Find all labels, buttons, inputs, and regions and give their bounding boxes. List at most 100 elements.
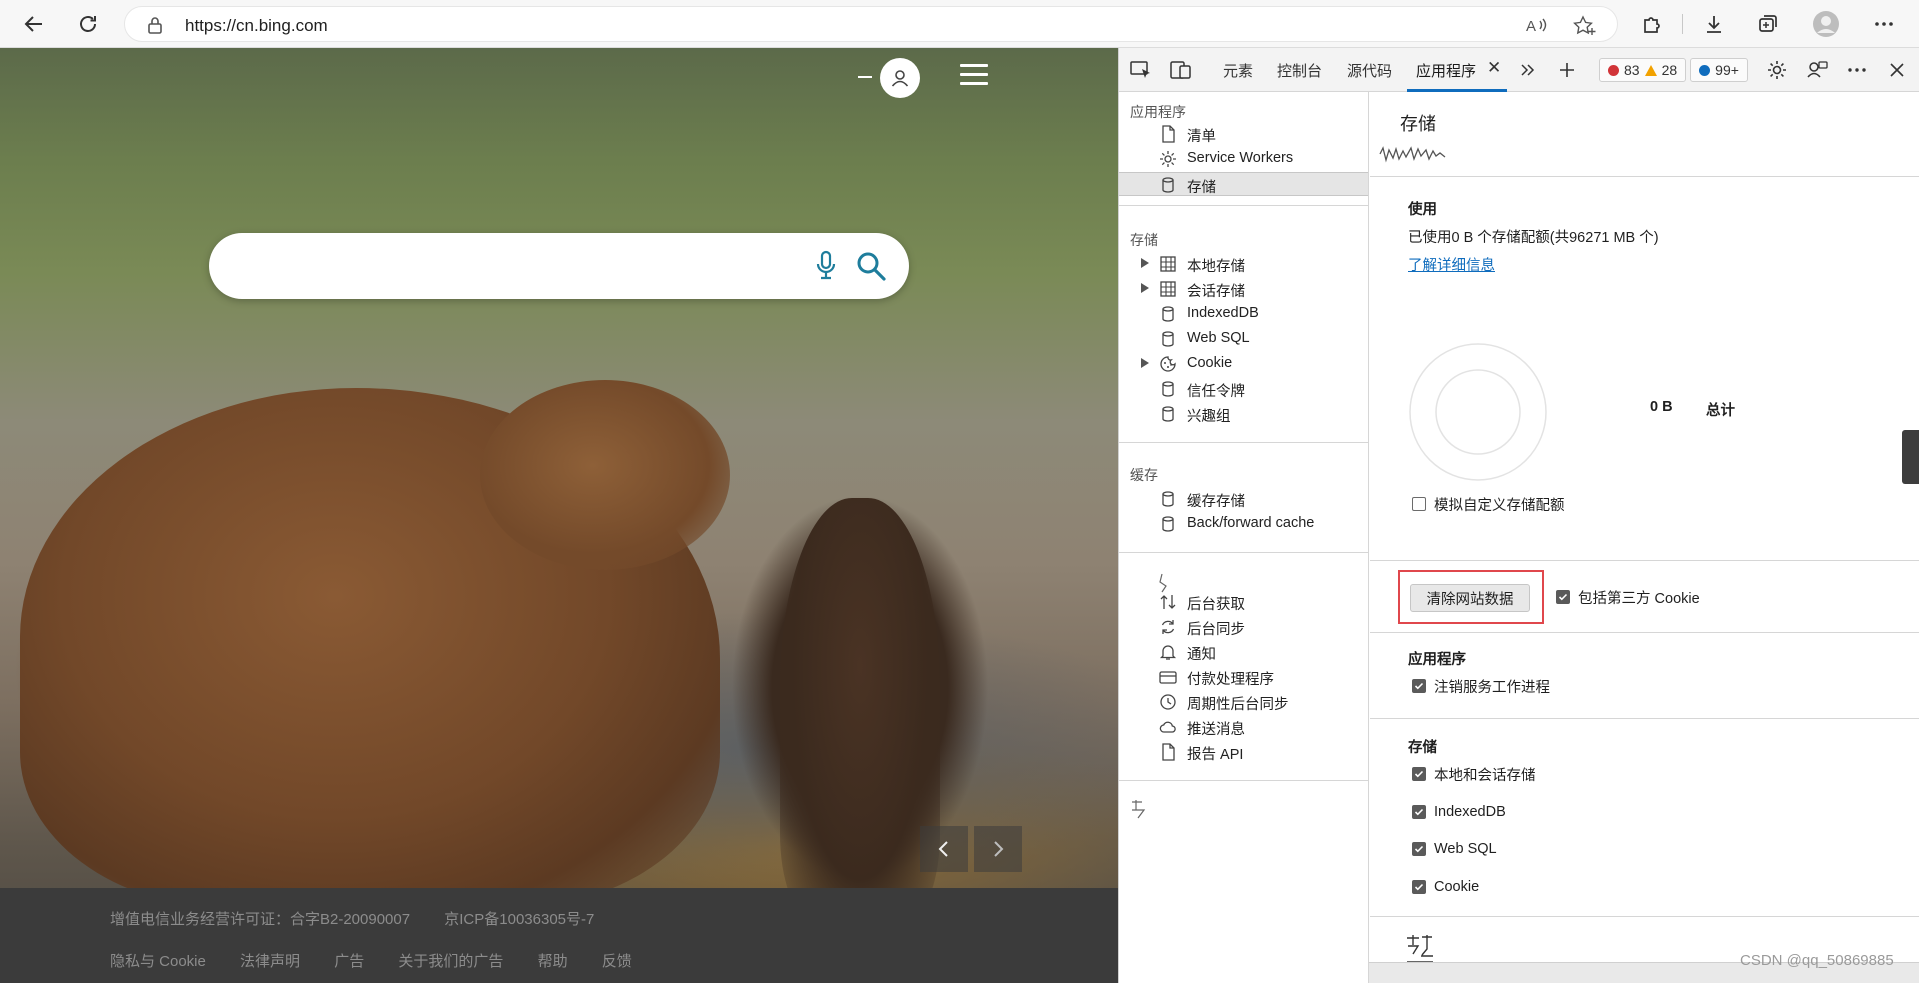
web-sql-checkbox[interactable] (1412, 842, 1426, 856)
indexeddb-checkbox[interactable] (1412, 805, 1426, 819)
sidebar-item-background-fetch[interactable]: 后台获取 (1119, 590, 1368, 614)
footer-link-privacy[interactable]: 隐私与 Cookie (110, 953, 206, 970)
tab-elements[interactable]: 元素 (1223, 60, 1253, 81)
error-count: 83 (1624, 62, 1640, 78)
address-bar[interactable]: https://cn.bing.com A (124, 6, 1618, 42)
close-devtools-icon[interactable] (1885, 58, 1909, 82)
section-divider (1370, 176, 1919, 177)
close-tab-icon[interactable]: ✕ (1487, 58, 1501, 78)
local-session-storage-checkbox[interactable] (1412, 767, 1426, 781)
device-emulation-icon[interactable] (1169, 58, 1193, 82)
footer-link-feedback[interactable]: 反馈 (602, 953, 632, 970)
lock-icon (147, 16, 163, 39)
storage-option-label: Web SQL (1434, 841, 1497, 857)
application-sidebar: 应用程序 清单 Service Workers 存储 存储 本地存储 会话存储 … (1119, 92, 1369, 983)
refresh-button[interactable] (72, 8, 104, 40)
settings-more-button[interactable] (1868, 8, 1900, 40)
sidebar-item-label: 后台获取 (1187, 597, 1245, 613)
checkmark-icon (1414, 770, 1424, 778)
read-aloud-icon[interactable]: A (1525, 15, 1549, 40)
microphone-icon[interactable] (815, 250, 837, 287)
simulate-quota-checkbox[interactable] (1412, 497, 1426, 511)
messages-badge[interactable]: 99+ (1690, 58, 1748, 82)
footer-link-ads[interactable]: 广告 (334, 953, 364, 970)
url-text[interactable]: https://cn.bing.com (185, 16, 328, 36)
tab-application[interactable]: 应用程序 (1416, 60, 1476, 81)
tab-sources[interactable]: 源代码 (1347, 60, 1392, 81)
sidebar-item-trust-tokens[interactable]: 信任令牌 (1119, 377, 1368, 401)
expand-arrow-icon[interactable] (1141, 258, 1149, 268)
more-options-icon[interactable] (1845, 58, 1869, 82)
include-third-party-row[interactable]: 包括第三方 Cookie (1556, 587, 1700, 607)
sidebar-item-manifest[interactable]: 清单 (1119, 122, 1368, 146)
toolbar-separator (1682, 14, 1683, 34)
unregister-sw-checkbox[interactable] (1412, 679, 1426, 693)
sidebar-item-service-workers[interactable]: Service Workers (1119, 147, 1368, 171)
panel-scroll-grip[interactable] (1902, 430, 1919, 484)
sidebar-item-periodic-background-sync[interactable]: 周期性后台同步 (1119, 690, 1368, 714)
cookie-checkbox[interactable] (1412, 880, 1426, 894)
sidebar-heading-application: 应用程序 (1130, 104, 1186, 120)
storage-pane: 存储 使用 已使用0 B 个存储配额(共96271 MB 个) 了解详细信息 0… (1370, 92, 1919, 983)
feedback-icon[interactable] (1805, 58, 1829, 82)
storage-option-row[interactable]: Cookie (1412, 877, 1479, 897)
issue-counts-badge[interactable]: 83 28 (1599, 58, 1687, 82)
sign-in-button[interactable] (880, 58, 920, 98)
clear-site-data-button[interactable]: 清除网站数据 (1410, 584, 1530, 612)
simulate-quota-row[interactable]: 模拟自定义存储配额 (1412, 494, 1565, 514)
learn-more-link[interactable]: 了解详细信息 (1408, 254, 1495, 275)
carousel-next-button[interactable] (974, 826, 1022, 872)
footer-link-help[interactable]: 帮助 (538, 953, 568, 970)
extensions-button[interactable] (1636, 8, 1668, 40)
inspect-element-icon[interactable] (1129, 58, 1153, 82)
include-third-party-checkbox[interactable] (1556, 590, 1570, 604)
warning-icon (1644, 64, 1657, 76)
sidebar-item-push-messaging[interactable]: 推送消息 (1119, 715, 1368, 739)
search-icon[interactable] (854, 249, 888, 288)
sidebar-item-web-sql[interactable]: Web SQL (1119, 327, 1368, 351)
sidebar-item-storage[interactable]: 存储 (1119, 172, 1368, 196)
browser-toolbar: https://cn.bing.com A (0, 0, 1919, 48)
storage-title: 存储 (1400, 114, 1436, 134)
sidebar-item-cookie[interactable]: Cookie (1119, 352, 1368, 376)
more-tabs-icon[interactable] (1515, 58, 1539, 82)
devtools-settings-icon[interactable] (1765, 58, 1789, 82)
collections-button[interactable] (1752, 8, 1784, 40)
storage-option-label: Cookie (1434, 879, 1480, 895)
expand-arrow-icon[interactable] (1141, 358, 1149, 368)
expand-arrow-icon[interactable] (1141, 283, 1149, 293)
sidebar-item-background-sync[interactable]: 后台同步 (1119, 615, 1368, 639)
clear-site-data-highlight: 清除网站数据 (1398, 570, 1544, 624)
sidebar-item-cache-storage[interactable]: 缓存存储 (1119, 487, 1368, 511)
issue-badges[interactable]: 83 28 99+ (1599, 58, 1748, 82)
sidebar-item-session-storage[interactable]: 会话存储 (1119, 277, 1368, 301)
profile-button[interactable] (1810, 8, 1842, 40)
storage-option-row[interactable]: 本地和会话存储 (1412, 764, 1536, 784)
total-value: 0 B (1650, 399, 1673, 415)
add-favorite-icon[interactable] (1573, 15, 1597, 42)
sidebar-item-payment-handler[interactable]: 付款处理程序 (1119, 665, 1368, 689)
unregister-sw-row[interactable]: 注销服务工作进程 (1412, 676, 1550, 696)
storage-option-row[interactable]: IndexedDB (1412, 802, 1506, 822)
database-icon (1162, 491, 1174, 507)
downloads-button[interactable] (1698, 8, 1730, 40)
user-icon (891, 70, 909, 87)
storage-option-row[interactable]: Web SQL (1412, 839, 1497, 859)
sidebar-item-local-storage[interactable]: 本地存储 (1119, 252, 1368, 276)
carousel-prev-button[interactable] (920, 826, 968, 872)
icp-link[interactable]: 京ICP备10036305号-7 (444, 911, 594, 928)
back-button[interactable] (18, 8, 50, 40)
sidebar-item-indexeddb[interactable]: IndexedDB (1119, 302, 1368, 326)
collections-icon (1759, 15, 1777, 32)
footer-link-about-ads[interactable]: 关于我们的广告 (398, 953, 503, 970)
menu-button[interactable] (960, 64, 988, 86)
database-icon (1162, 177, 1174, 193)
sidebar-item-reporting-api[interactable]: 报告 API (1119, 740, 1368, 764)
footer-link-legal[interactable]: 法律声明 (240, 953, 300, 970)
search-box[interactable] (209, 233, 909, 299)
sidebar-item-notifications[interactable]: 通知 (1119, 640, 1368, 664)
add-tab-icon[interactable] (1555, 58, 1579, 82)
tab-console[interactable]: 控制台 (1277, 60, 1322, 81)
sidebar-item-interest-groups[interactable]: 兴趣组 (1119, 402, 1368, 426)
sidebar-item-back-forward-cache[interactable]: Back/forward cache (1119, 512, 1368, 536)
